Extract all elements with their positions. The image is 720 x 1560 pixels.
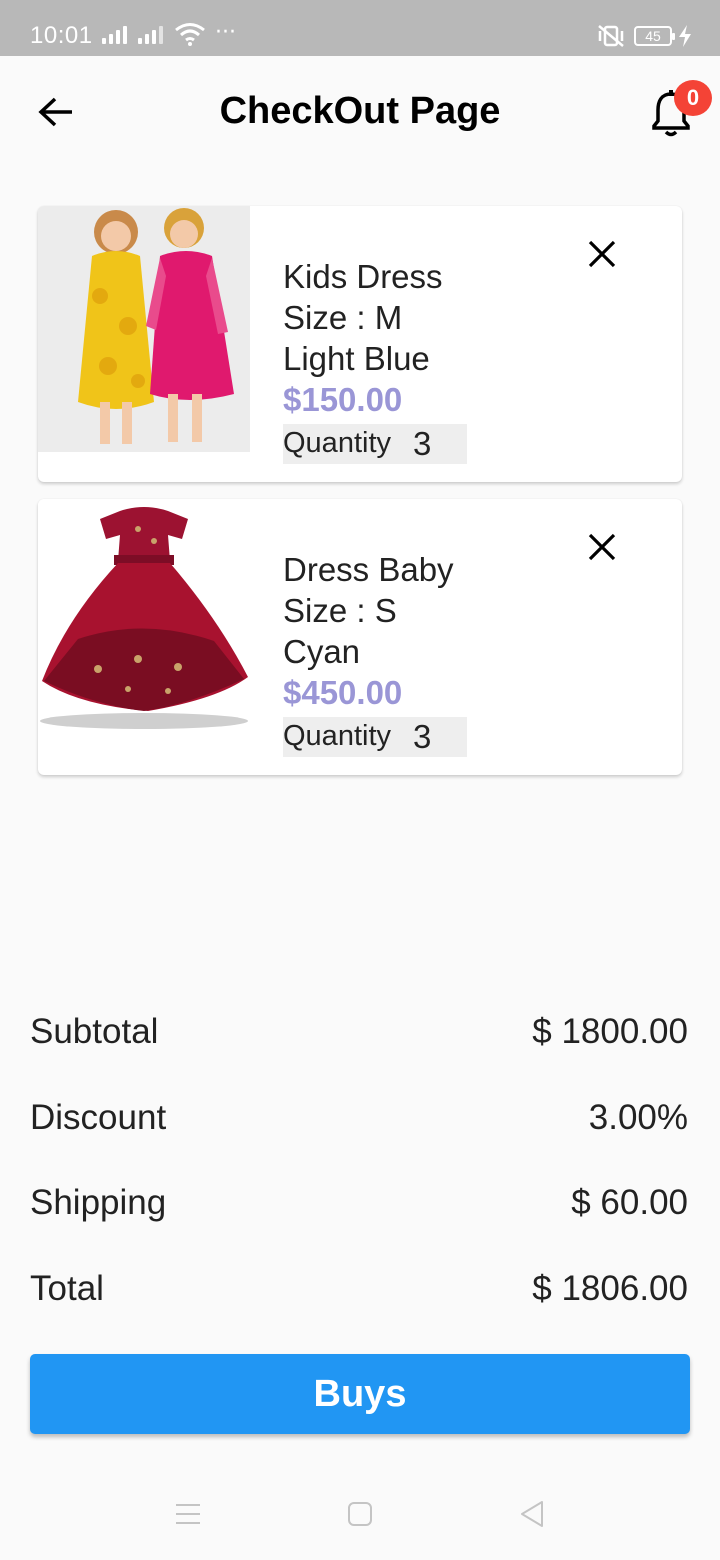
app-bar: CheckOut Page	[0, 56, 720, 168]
remove-item-button[interactable]	[580, 232, 624, 276]
buy-button[interactable]: Buys	[30, 1354, 690, 1434]
item-name: Dress Baby	[283, 551, 454, 588]
quantity-field[interactable]: Quantity 3	[283, 716, 467, 757]
subtotal-label: Subtotal	[30, 1012, 159, 1051]
subtotal-row: Subtotal $ 1800.00	[30, 1012, 688, 1060]
signal-icon	[102, 26, 127, 44]
signal-icon-2	[138, 26, 163, 44]
item-color: Cyan	[283, 633, 361, 670]
close-icon	[588, 240, 616, 268]
subtotal-value: $ 1800.00	[532, 1012, 688, 1051]
total-value: $ 1806.00	[532, 1269, 688, 1308]
item-price: $450.00	[283, 674, 403, 711]
shipping-value: $ 60.00	[571, 1183, 688, 1222]
charging-icon	[679, 25, 691, 47]
home-square-icon	[348, 1502, 372, 1526]
discount-value: 3.00%	[588, 1098, 688, 1137]
remove-item-button[interactable]	[580, 525, 624, 569]
menu-icon	[176, 1504, 200, 1524]
item-price: $150.00	[283, 381, 403, 418]
total-label: Total	[30, 1269, 104, 1308]
item-details: Kids Dress Size : M Light Blue $150.00 Q…	[283, 256, 467, 464]
nav-home-button[interactable]	[340, 1494, 380, 1534]
nav-menu-button[interactable]	[168, 1494, 208, 1534]
discount-label: Discount	[30, 1098, 167, 1137]
notification-badge: 0	[674, 80, 712, 116]
shipping-label: Shipping	[30, 1183, 167, 1222]
quantity-label: Quantity	[283, 427, 391, 459]
system-nav-bar	[0, 1466, 720, 1560]
total-row: Total $ 1806.00	[30, 1269, 688, 1317]
item-name: Kids Dress	[283, 258, 443, 295]
item-size: Size : M	[283, 299, 403, 336]
discount-row: Discount 3.00%	[30, 1098, 688, 1146]
close-icon	[588, 533, 616, 561]
shipping-row: Shipping $ 60.00	[30, 1183, 688, 1231]
vibrate-off-icon	[598, 25, 624, 47]
quantity-field[interactable]: Quantity 3	[283, 423, 467, 464]
cart-item: Kids Dress Size : M Light Blue $150.00 Q…	[38, 206, 682, 482]
quantity-label: Quantity	[283, 720, 391, 752]
triangle-back-icon	[521, 1501, 543, 1527]
product-image	[38, 499, 250, 745]
page-title: CheckOut Page	[219, 90, 501, 132]
cart-item: Dress Baby Size : S Cyan $450.00 Quantit…	[38, 499, 682, 775]
item-details: Dress Baby Size : S Cyan $450.00 Quantit…	[283, 549, 467, 757]
wifi-icon	[175, 23, 205, 46]
quantity-value: 3	[413, 718, 432, 755]
status-time: 10:01	[30, 22, 93, 49]
status-bar: 10:01 ··· 45	[0, 0, 720, 56]
more-status-icon: ···	[215, 20, 236, 45]
battery-icon: 45	[634, 26, 675, 46]
item-size: Size : S	[283, 592, 397, 629]
nav-back-button[interactable]	[512, 1494, 552, 1534]
quantity-value: 3	[413, 425, 432, 462]
item-color: Light Blue	[283, 340, 430, 377]
product-image	[38, 206, 250, 452]
